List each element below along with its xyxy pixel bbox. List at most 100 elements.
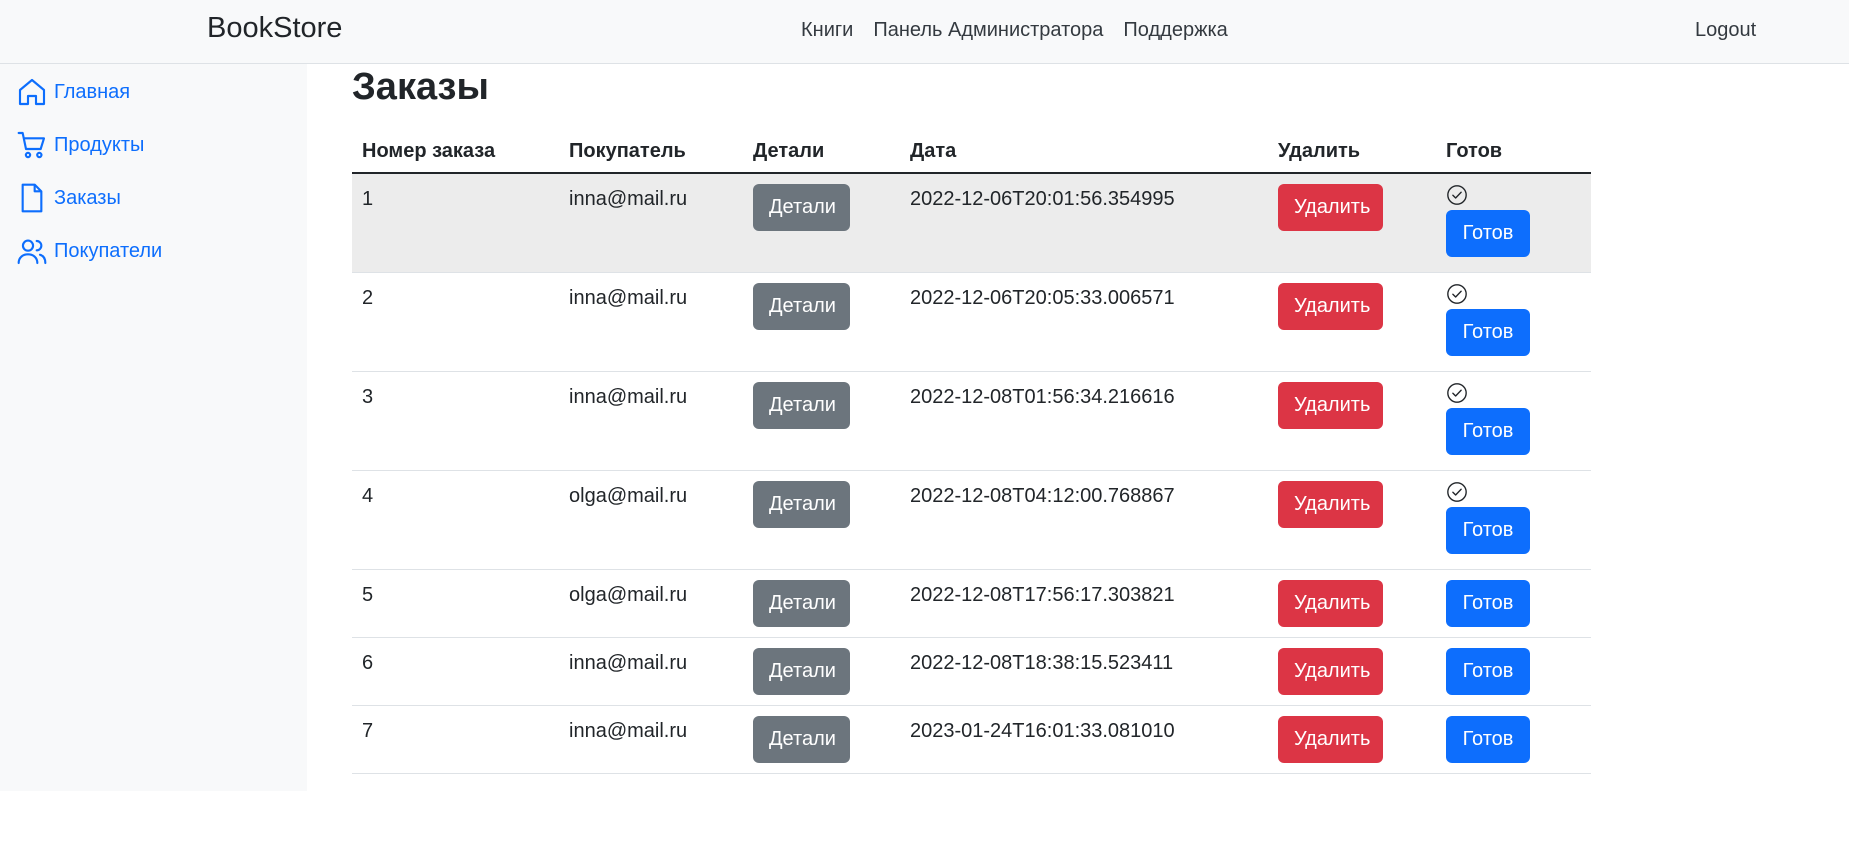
order-date: 2022-12-08T01:56:34.216616 xyxy=(910,386,1175,408)
details-button[interactable]: Детали xyxy=(753,382,850,429)
delete-button[interactable]: Удалить xyxy=(1278,184,1383,231)
ready-cell: Готов xyxy=(1436,272,1591,372)
sidebar: Главная Продукты Заказы Покупатели xyxy=(0,64,307,791)
details-cell: Детали xyxy=(743,705,900,774)
order-number-cell: 2 xyxy=(352,272,559,372)
details-cell: Детали xyxy=(743,637,900,706)
ready-button[interactable]: Готов xyxy=(1446,408,1530,455)
customer-cell: olga@mail.ru xyxy=(559,470,743,570)
order-number: 1 xyxy=(362,188,374,210)
ready-cell: Готов xyxy=(1436,637,1591,706)
delete-button[interactable]: Удалить xyxy=(1278,580,1383,627)
sidebar-item-home[interactable]: Главная xyxy=(16,74,130,110)
order-date: 2023-01-24T16:01:33.081010 xyxy=(910,720,1175,742)
date-cell: 2022-12-08T18:38:15.523411 xyxy=(900,637,1268,706)
nav-link-books[interactable]: Книги xyxy=(801,19,853,42)
date-cell: 2022-12-08T17:56:17.303821 xyxy=(900,569,1268,638)
order-number-cell: 5 xyxy=(352,569,559,638)
column-header-order-number: Номер заказа xyxy=(352,130,559,174)
details-cell: Детали xyxy=(743,470,900,570)
ready-button[interactable]: Готов xyxy=(1446,507,1530,554)
order-number: 5 xyxy=(362,584,374,606)
sidebar-item-customers[interactable]: Покупатели xyxy=(16,233,162,269)
table-row: 5 olga@mail.ru Детали 2022-12-08T17:56:17.3… xyxy=(352,569,1591,638)
orders-table: Номер заказа Покупатель Детали Дата Удал… xyxy=(352,130,1591,774)
ready-button[interactable]: Готов xyxy=(1446,580,1530,627)
details-button[interactable]: Детали xyxy=(753,283,850,330)
table-header-row: Номер заказа Покупатель Детали Дата Удал… xyxy=(352,130,1591,174)
table-row: 2 inna@mail.ru Детали 2022-12-06T20:05:33.0… xyxy=(352,272,1591,372)
details-cell: Детали xyxy=(743,569,900,638)
order-number: 7 xyxy=(362,720,374,742)
customer-email: inna@mail.ru xyxy=(569,720,688,742)
ready-button[interactable]: Готов xyxy=(1446,309,1530,356)
ready-cell: Готов xyxy=(1436,569,1591,638)
customer-email: inna@mail.ru xyxy=(569,287,688,309)
date-cell: 2022-12-08T01:56:34.216616 xyxy=(900,371,1268,471)
table-row: 3 inna@mail.ru Детали 2022-12-08T01:56:34.2… xyxy=(352,371,1591,471)
customer-cell: inna@mail.ru xyxy=(559,272,743,372)
details-button[interactable]: Детали xyxy=(753,481,850,528)
date-cell: 2022-12-08T04:12:00.768867 xyxy=(900,470,1268,570)
ready-cell: Готов xyxy=(1436,705,1591,774)
delete-cell: Удалить xyxy=(1268,173,1436,273)
users-icon xyxy=(17,239,47,265)
details-button[interactable]: Детали xyxy=(753,716,850,763)
nav-link-admin-panel[interactable]: Панель Администратора xyxy=(873,19,1103,42)
date-cell: 2022-12-06T20:01:56.354995 xyxy=(900,173,1268,273)
customer-cell: inna@mail.ru xyxy=(559,173,743,273)
home-icon xyxy=(18,78,46,106)
order-date: 2022-12-08T04:12:00.768867 xyxy=(910,485,1175,507)
table-row: 7 inna@mail.ru Детали 2023-01-24T16:01:33.0… xyxy=(352,705,1591,774)
ready-button[interactable]: Готов xyxy=(1446,716,1530,763)
check-circle-icon xyxy=(1447,185,1467,205)
customer-cell: inna@mail.ru xyxy=(559,637,743,706)
ready-button[interactable]: Готов xyxy=(1446,210,1530,257)
order-number: 2 xyxy=(362,287,374,309)
delete-button[interactable]: Удалить xyxy=(1278,648,1383,695)
date-cell: 2022-12-06T20:05:33.006571 xyxy=(900,272,1268,372)
delete-button[interactable]: Удалить xyxy=(1278,382,1383,429)
sidebar-item-label: Заказы xyxy=(54,186,121,209)
column-header-date: Дата xyxy=(900,130,1268,174)
customer-email: inna@mail.ru xyxy=(569,652,688,674)
customer-email: inna@mail.ru xyxy=(569,386,688,408)
nav-link-support[interactable]: Поддержка xyxy=(1123,19,1227,42)
check-circle-icon xyxy=(1447,482,1467,502)
order-date: 2022-12-08T18:38:15.523411 xyxy=(910,652,1174,674)
order-number-cell: 7 xyxy=(352,705,559,774)
details-cell: Детали xyxy=(743,272,900,372)
brand-logo[interactable]: BookStore xyxy=(207,12,342,45)
order-number-cell: 3 xyxy=(352,371,559,471)
details-button[interactable]: Детали xyxy=(753,648,850,695)
order-date: 2022-12-08T17:56:17.303821 xyxy=(910,584,1175,606)
details-button[interactable]: Детали xyxy=(753,184,850,231)
file-icon xyxy=(21,183,43,213)
customer-cell: inna@mail.ru xyxy=(559,371,743,471)
delete-button[interactable]: Удалить xyxy=(1278,716,1383,763)
logout-link[interactable]: Logout xyxy=(1695,19,1756,42)
ready-button[interactable]: Готов xyxy=(1446,648,1530,695)
delete-button[interactable]: Удалить xyxy=(1278,481,1383,528)
column-header-ready: Готов xyxy=(1436,130,1591,174)
ready-cell: Готов xyxy=(1436,470,1591,570)
delete-cell: Удалить xyxy=(1268,272,1436,372)
delete-cell: Удалить xyxy=(1268,705,1436,774)
order-number: 3 xyxy=(362,386,374,408)
customer-cell: olga@mail.ru xyxy=(559,569,743,638)
sidebar-item-orders[interactable]: Заказы xyxy=(16,180,121,216)
details-cell: Детали xyxy=(743,173,900,273)
delete-cell: Удалить xyxy=(1268,569,1436,638)
delete-cell: Удалить xyxy=(1268,637,1436,706)
sidebar-item-products[interactable]: Продукты xyxy=(16,127,144,163)
orders-table-body: 1 inna@mail.ru Детали 2022-12-06T20:01:56.3… xyxy=(352,173,1591,774)
date-cell: 2023-01-24T16:01:33.081010 xyxy=(900,705,1268,774)
delete-button[interactable]: Удалить xyxy=(1278,283,1383,330)
details-button[interactable]: Детали xyxy=(753,580,850,627)
column-header-details: Детали xyxy=(743,130,900,174)
nav-links: Книги Панель Администратора Поддержка xyxy=(801,19,1228,42)
delete-cell: Удалить xyxy=(1268,470,1436,570)
customer-email: olga@mail.ru xyxy=(569,584,688,606)
top-navbar: BookStore Книги Панель Администратора По… xyxy=(0,0,1849,64)
order-number-cell: 1 xyxy=(352,173,559,273)
